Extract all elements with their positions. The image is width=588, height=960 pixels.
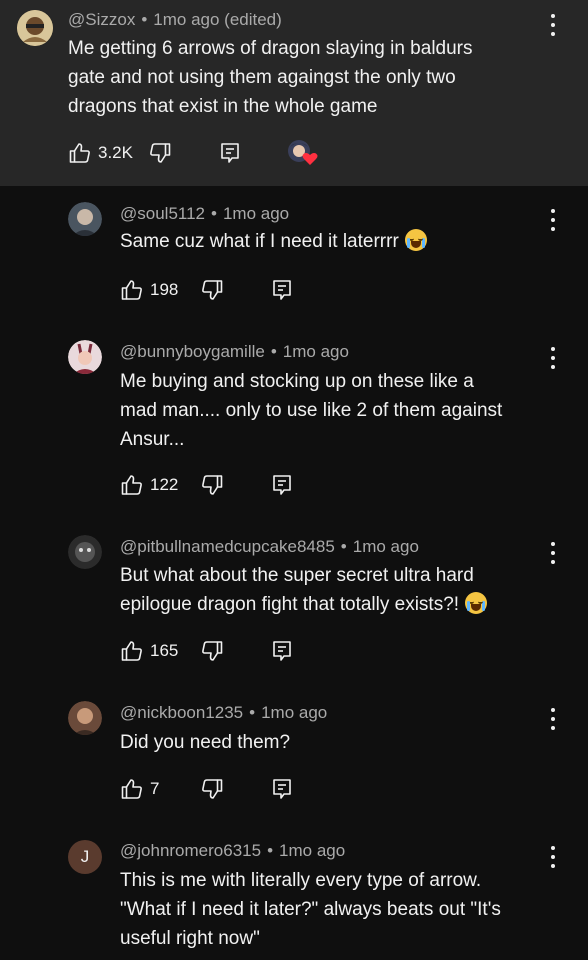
thumb-down-icon bbox=[202, 475, 223, 495]
thumb-up-icon bbox=[121, 475, 142, 495]
comment-text: Same cuz what if I need it laterrrr bbox=[120, 227, 427, 256]
reply-icon bbox=[273, 475, 291, 495]
more-vert-icon[interactable] bbox=[543, 10, 563, 40]
comment-time: 1mo ago bbox=[279, 841, 346, 860]
comment-text-line: useful right now" bbox=[120, 928, 260, 949]
like-button[interactable]: 122 bbox=[120, 472, 178, 498]
comment-author[interactable]: @soul5112 bbox=[120, 204, 205, 223]
comment-actions: 3.2K bbox=[68, 140, 328, 166]
loudly-crying-face-emoji bbox=[404, 229, 427, 251]
like-count: 165 bbox=[150, 641, 179, 660]
comment-time: 1mo ago bbox=[261, 703, 328, 722]
more-vert-icon[interactable] bbox=[543, 704, 563, 734]
creator-heart bbox=[286, 140, 318, 166]
like-count: 7 bbox=[150, 779, 160, 798]
more-vert-icon[interactable] bbox=[543, 205, 563, 235]
like-button[interactable]: 7 bbox=[120, 776, 159, 802]
comment-text: This is me with literally every type of … bbox=[120, 866, 501, 953]
comment-text-line: Me buying and stocking up on these like … bbox=[120, 371, 474, 392]
thumb-up-icon bbox=[121, 280, 142, 300]
comment-text-line: Ansur... bbox=[120, 429, 185, 450]
thumb-down-icon bbox=[202, 641, 223, 661]
avatar[interactable] bbox=[68, 701, 102, 735]
thumb-up-icon bbox=[121, 779, 142, 799]
reply-button[interactable] bbox=[270, 277, 294, 303]
comment-author[interactable]: @johnromero6315 bbox=[120, 841, 261, 860]
reply-icon bbox=[273, 280, 291, 300]
more-vert-icon[interactable] bbox=[543, 538, 563, 568]
comment-time: 1mo ago (edited) bbox=[153, 10, 282, 29]
comment-actions: 165 bbox=[120, 638, 320, 664]
comment-text: Me getting 6 arrows of dragon slaying in… bbox=[68, 34, 473, 121]
comment-time: 1mo ago bbox=[222, 204, 290, 223]
more-vert-icon[interactable] bbox=[543, 343, 563, 373]
avatar-letter: J bbox=[80, 847, 90, 866]
comment-meta: @johnromero6315 • 1mo ago bbox=[120, 841, 346, 860]
comment-text-line: gate and not using them againgst the onl… bbox=[68, 67, 456, 88]
comment-text-line: Me getting 6 arrows of dragon slaying in… bbox=[68, 38, 473, 59]
like-count: 122 bbox=[150, 475, 179, 494]
avatar[interactable]: J bbox=[68, 840, 102, 874]
comment-text: Me buying and stocking up on these like … bbox=[120, 367, 502, 454]
like-button[interactable]: 165 bbox=[120, 638, 178, 664]
reply-button[interactable] bbox=[218, 140, 242, 166]
reply-button[interactable] bbox=[270, 638, 294, 664]
comment-author[interactable]: @nickboon1235 bbox=[120, 703, 243, 722]
thumb-down-icon bbox=[150, 143, 171, 163]
more-vert-icon[interactable] bbox=[543, 842, 563, 872]
reply-icon bbox=[273, 779, 291, 799]
thumb-down-icon bbox=[202, 779, 223, 799]
comment-text: Did you need them? bbox=[120, 728, 290, 757]
comment-meta: @pitbullnamedcupcake8485 • 1mo ago bbox=[120, 537, 419, 556]
comment-meta: @Sizzox • 1mo ago (edited) bbox=[68, 10, 282, 29]
avatar[interactable] bbox=[68, 535, 102, 569]
reply-icon bbox=[221, 143, 239, 163]
dislike-button[interactable] bbox=[200, 277, 224, 303]
comment-author[interactable]: @pitbullnamedcupcake8485 bbox=[120, 537, 335, 556]
like-button[interactable]: 198 bbox=[120, 277, 178, 303]
dislike-button[interactable] bbox=[200, 472, 224, 498]
reply-icon bbox=[273, 641, 291, 661]
comment-author[interactable]: @Sizzox bbox=[68, 10, 135, 29]
comment-text-line: This is me with literally every type of … bbox=[120, 870, 482, 891]
comment-actions: 122 bbox=[120, 472, 320, 498]
comment-meta: @nickboon1235 • 1mo ago bbox=[120, 703, 328, 722]
like-count: 198 bbox=[150, 280, 179, 299]
reply-button[interactable] bbox=[270, 776, 294, 802]
comment-text-line: mad man.... only to use like 2 of them a… bbox=[120, 400, 503, 421]
comment-meta: @bunnyboygamille • 1mo ago bbox=[120, 342, 349, 361]
loudly-crying-face-emoji bbox=[465, 592, 488, 614]
like-count: 3.2K bbox=[98, 143, 133, 162]
comment-actions: 198 bbox=[120, 277, 320, 303]
thumb-down-icon bbox=[202, 280, 223, 300]
thumb-up-icon bbox=[121, 641, 142, 661]
heart-icon bbox=[288, 140, 318, 165]
thumb-up-icon bbox=[69, 143, 90, 163]
comment-author[interactable]: @bunnyboygamille bbox=[120, 342, 265, 361]
avatar[interactable] bbox=[68, 202, 102, 236]
avatar[interactable] bbox=[68, 340, 102, 374]
comment-time: 1mo ago bbox=[282, 342, 349, 361]
reply-button[interactable] bbox=[270, 472, 294, 498]
comment-meta: @soul5112 • 1mo ago bbox=[120, 204, 290, 223]
comment-text-line: Same cuz what if I need it laterrrr bbox=[120, 231, 399, 252]
avatar[interactable] bbox=[17, 10, 53, 46]
comment-text-line: Did you need them? bbox=[120, 732, 291, 753]
comment-time: 1mo ago bbox=[352, 537, 419, 556]
comment-text-line: epilogue dragon fight that totally exist… bbox=[120, 594, 460, 615]
comment-text-line: But what about the super secret ultra ha… bbox=[120, 565, 474, 586]
comment-text-line: "What if I need it later?" always beats … bbox=[120, 899, 501, 920]
dislike-button[interactable] bbox=[148, 140, 172, 166]
dislike-button[interactable] bbox=[200, 776, 224, 802]
comment-text: But what about the super secret ultra ha… bbox=[120, 561, 488, 619]
comment-actions: 7 bbox=[120, 776, 320, 802]
dislike-button[interactable] bbox=[200, 638, 224, 664]
like-button[interactable]: 3.2K bbox=[68, 140, 133, 166]
comment-text-line: dragons that exist in the whole game bbox=[68, 96, 378, 117]
